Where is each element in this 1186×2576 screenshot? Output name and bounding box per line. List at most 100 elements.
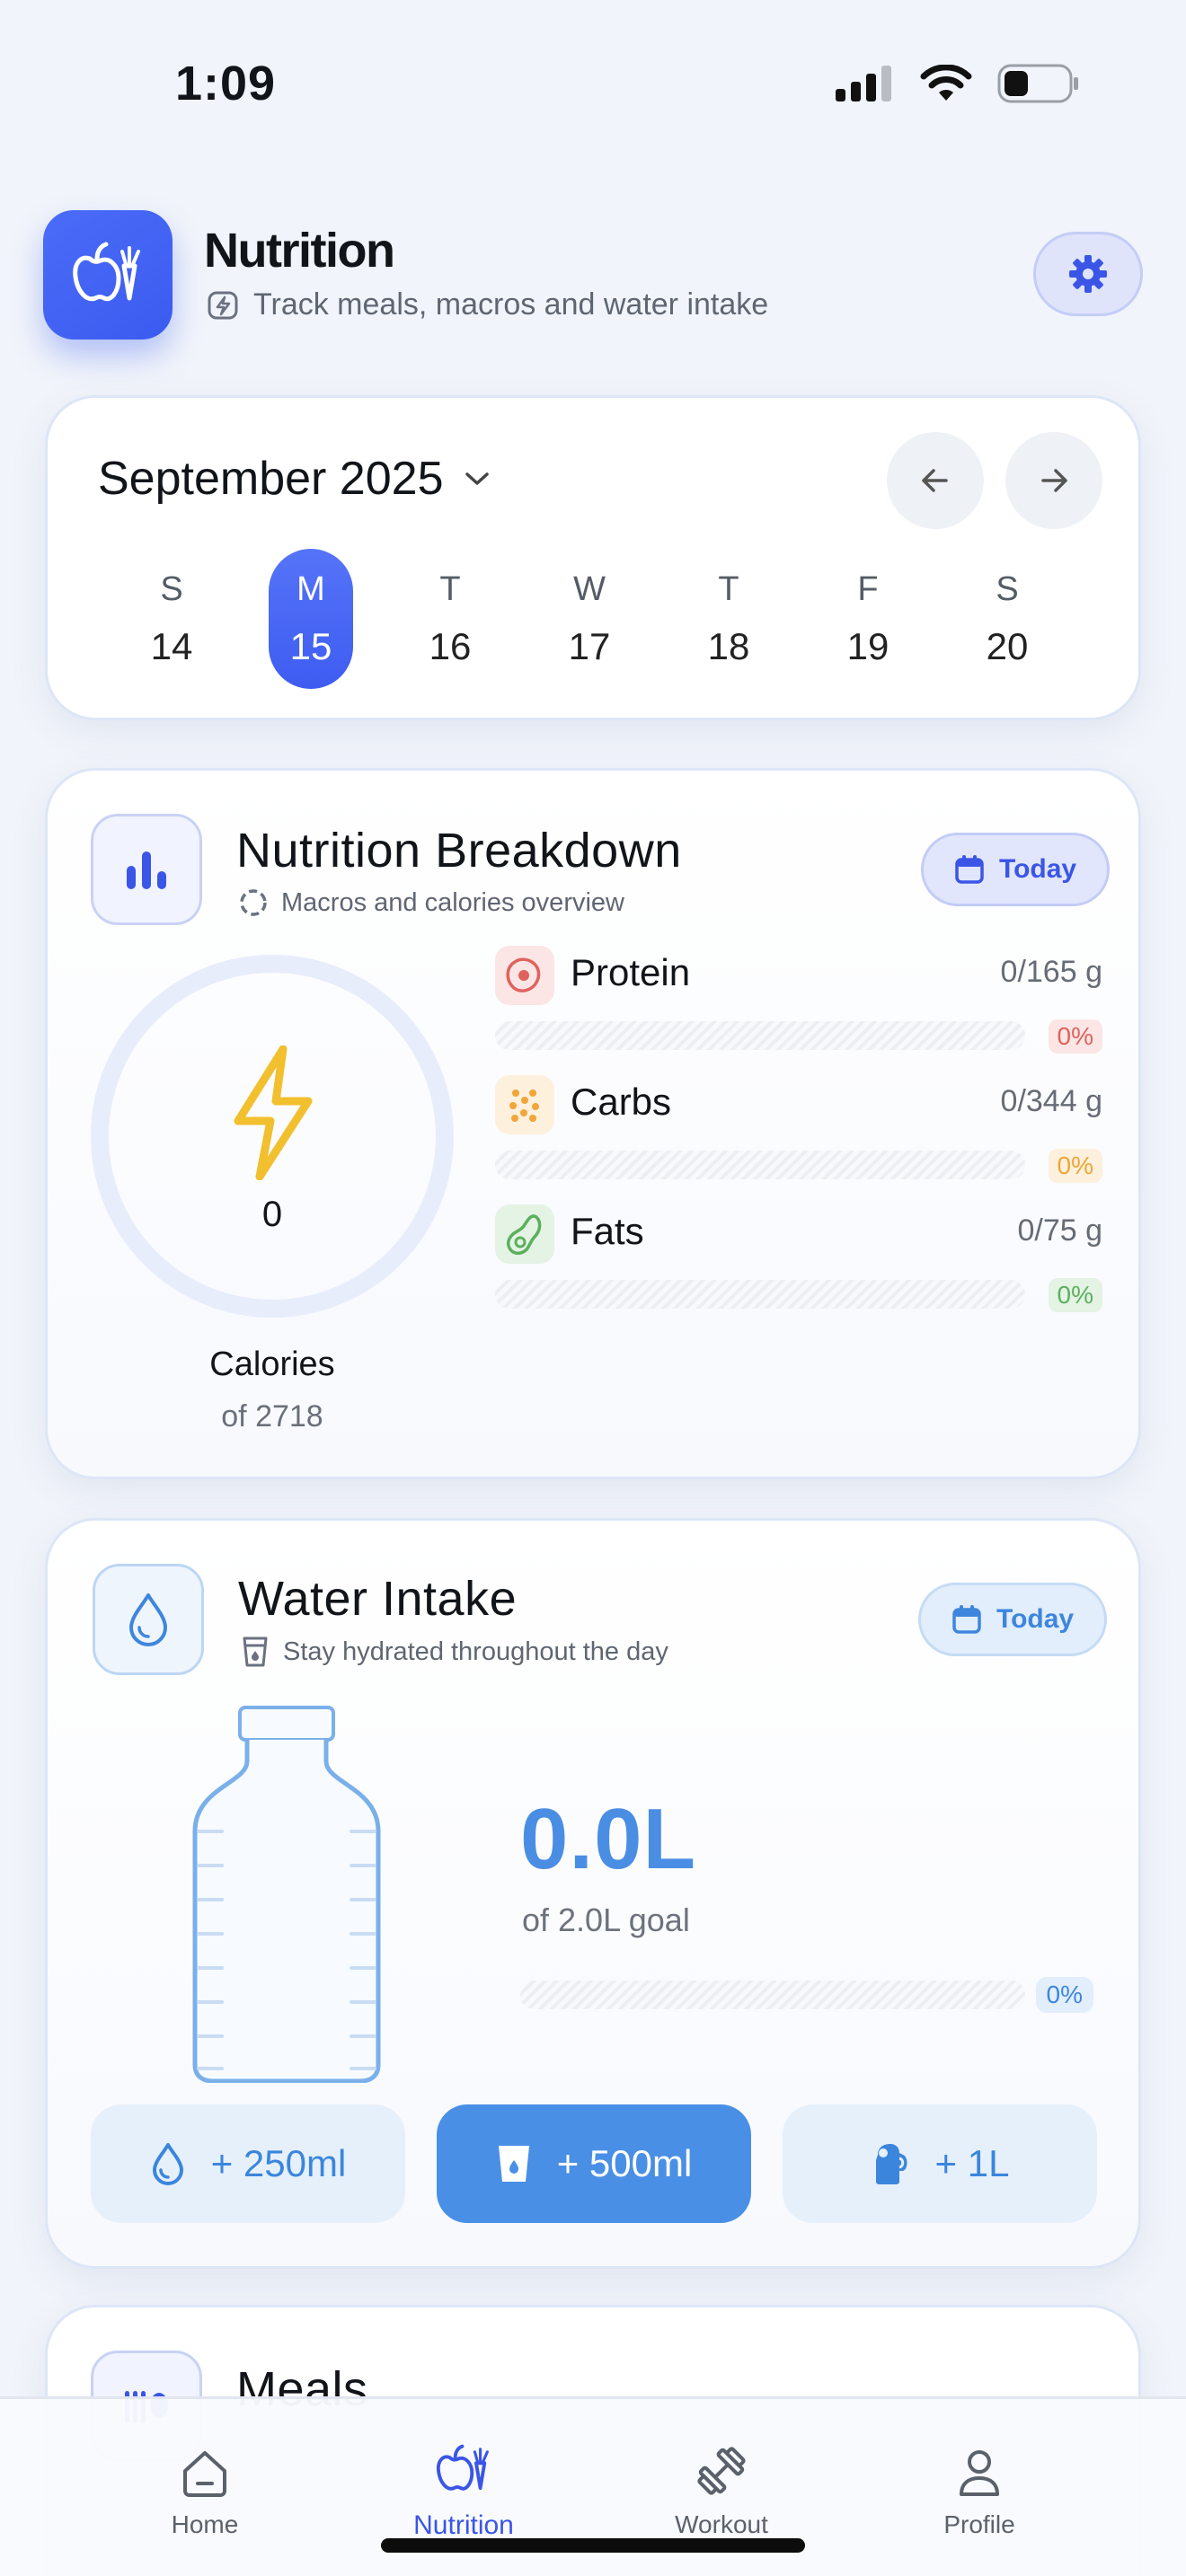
water-intake-card: Water Intake Stay hydrated throughout th… <box>45 1518 1141 2269</box>
status-time: 1:09 <box>175 57 277 110</box>
add-250ml-button[interactable]: + 250ml <box>91 2104 405 2223</box>
previous-week-button[interactable] <box>887 432 984 529</box>
calories-value: 0 <box>261 1195 283 1234</box>
page-subtitle-text: Track meals, macros and water intake <box>253 287 769 322</box>
water-drop-icon <box>129 1593 167 1646</box>
glass-icon <box>498 2146 529 2182</box>
water-progress-bar <box>520 1981 1025 2009</box>
day-number: 18 <box>707 624 750 667</box>
water-amount: 0.0L <box>520 1791 697 1887</box>
add-1l-label: + 1L <box>934 2142 1010 2184</box>
apple-carrot-icon <box>436 2444 489 2491</box>
nutrition-today-button[interactable]: Today <box>921 833 1111 906</box>
calendar-icon <box>952 1605 981 1634</box>
tab-profile[interactable]: Profile <box>890 2435 1069 2539</box>
page-title: Nutrition <box>204 224 395 278</box>
day-wednesday[interactable]: W 17 <box>547 549 632 689</box>
nutrition-card-subtitle: Macros and calories overview <box>238 887 624 918</box>
water-today-button[interactable]: Today <box>918 1583 1108 1656</box>
day-of-week: M <box>296 569 325 608</box>
page-subtitle: Track meals, macros and water intake <box>207 287 768 322</box>
macro-progress-bar <box>495 1151 1025 1179</box>
gear-icon <box>1069 255 1107 293</box>
macro-value: 0/344 g <box>1000 1084 1102 1118</box>
tab-nutrition-label: Nutrition <box>413 2510 514 2540</box>
day-of-week: S <box>996 569 1019 608</box>
status-icons <box>836 63 1080 104</box>
settings-button[interactable] <box>1033 232 1143 316</box>
day-of-week: T <box>439 569 461 608</box>
calories-label: Calories <box>209 1345 335 1383</box>
water-bottle-icon <box>192 1706 381 2083</box>
macro-value: 0/75 g <box>1017 1213 1102 1248</box>
macro-percent: 0% <box>1048 1149 1102 1183</box>
day-number: 15 <box>289 624 332 667</box>
water-drop-icon <box>152 2143 183 2185</box>
day-of-week: T <box>718 569 739 608</box>
water-card-icon <box>93 1564 204 1675</box>
home-icon <box>183 2451 226 2497</box>
add-1l-button[interactable]: + 1L <box>783 2104 1097 2223</box>
nutrition-card-icon <box>91 814 202 925</box>
month-selector[interactable]: September 2025 <box>98 452 492 506</box>
day-monday-selected[interactable]: M 15 <box>269 549 353 689</box>
water-card-title: Water Intake <box>238 1572 518 1626</box>
nutrition-card-title: Nutrition Breakdown <box>236 824 682 878</box>
water-goal: of 2.0L goal <box>522 1901 690 1938</box>
day-number: 16 <box>429 624 472 667</box>
signal-icon <box>836 66 891 101</box>
tab-home-label: Home <box>171 2510 239 2538</box>
home-indicator <box>381 2538 805 2553</box>
month-label: September 2025 <box>98 453 444 505</box>
macro-name: Fats <box>571 1210 644 1252</box>
macro-progress-bar <box>495 1021 1025 1050</box>
water-today-label: Today <box>996 1604 1075 1634</box>
macro-carbs: Carbs 0/344 g 0% <box>495 1075 1102 1183</box>
macro-percent: 0% <box>1048 1019 1102 1054</box>
arrow-left-icon <box>922 469 948 492</box>
nutrition-breakdown-card: Nutrition Breakdown Macros and calories … <box>45 768 1141 1479</box>
water-card-subtitle: Stay hydrated throughout the day <box>240 1636 668 1668</box>
lightning-icon <box>234 1045 313 1180</box>
day-thursday[interactable]: T 18 <box>686 549 771 689</box>
day-sunday[interactable]: S 14 <box>129 549 214 689</box>
add-500ml-button[interactable]: + 500ml <box>437 2104 751 2223</box>
day-of-week: S <box>160 569 183 608</box>
day-number: 19 <box>846 624 890 667</box>
nutrition-card-subtitle-text: Macros and calories overview <box>281 887 624 917</box>
day-of-week: F <box>857 569 879 608</box>
macro-protein: Protein 0/165 g 0% <box>495 946 1102 1054</box>
meat-icon <box>495 946 554 1005</box>
add-500ml-label: + 500ml <box>556 2142 693 2184</box>
grain-icon <box>495 1075 554 1134</box>
add-250ml-label: + 250ml <box>210 2142 347 2184</box>
calendar-icon <box>955 855 984 884</box>
apple-carrot-icon <box>73 242 140 302</box>
macro-percent: 0% <box>1048 1278 1102 1312</box>
macro-name: Carbs <box>571 1081 672 1123</box>
macro-progress-bar <box>495 1280 1025 1309</box>
week-calendar-card: September 2025 S 14 M 15 T 16 W 17 T 18 … <box>45 395 1141 720</box>
day-of-week: W <box>573 569 606 608</box>
battery-icon <box>997 64 1078 103</box>
water-percent: 0% <box>1035 1977 1093 2013</box>
next-week-button[interactable] <box>1005 432 1102 529</box>
chevron-down-icon <box>465 472 489 485</box>
cup-icon <box>243 1636 268 1667</box>
wifi-icon <box>920 65 972 101</box>
nutrition-today-label: Today <box>999 854 1077 884</box>
app-logo <box>43 210 173 340</box>
tab-home[interactable]: Home <box>115 2435 295 2539</box>
day-saturday[interactable]: S 20 <box>965 549 1049 689</box>
day-number: 20 <box>986 624 1029 667</box>
tab-workout-label: Workout <box>675 2510 768 2538</box>
tab-workout[interactable]: Workout <box>632 2435 811 2539</box>
day-tuesday[interactable]: T 16 <box>408 549 492 689</box>
water-card-subtitle-text: Stay hydrated throughout the day <box>283 1636 668 1666</box>
day-friday[interactable]: F 19 <box>826 549 910 689</box>
day-number: 14 <box>150 624 193 667</box>
dumbbell-icon <box>697 2447 746 2495</box>
tab-nutrition[interactable]: Nutrition <box>374 2435 553 2541</box>
bar-chart-icon <box>127 851 166 889</box>
person-icon <box>960 2450 999 2496</box>
